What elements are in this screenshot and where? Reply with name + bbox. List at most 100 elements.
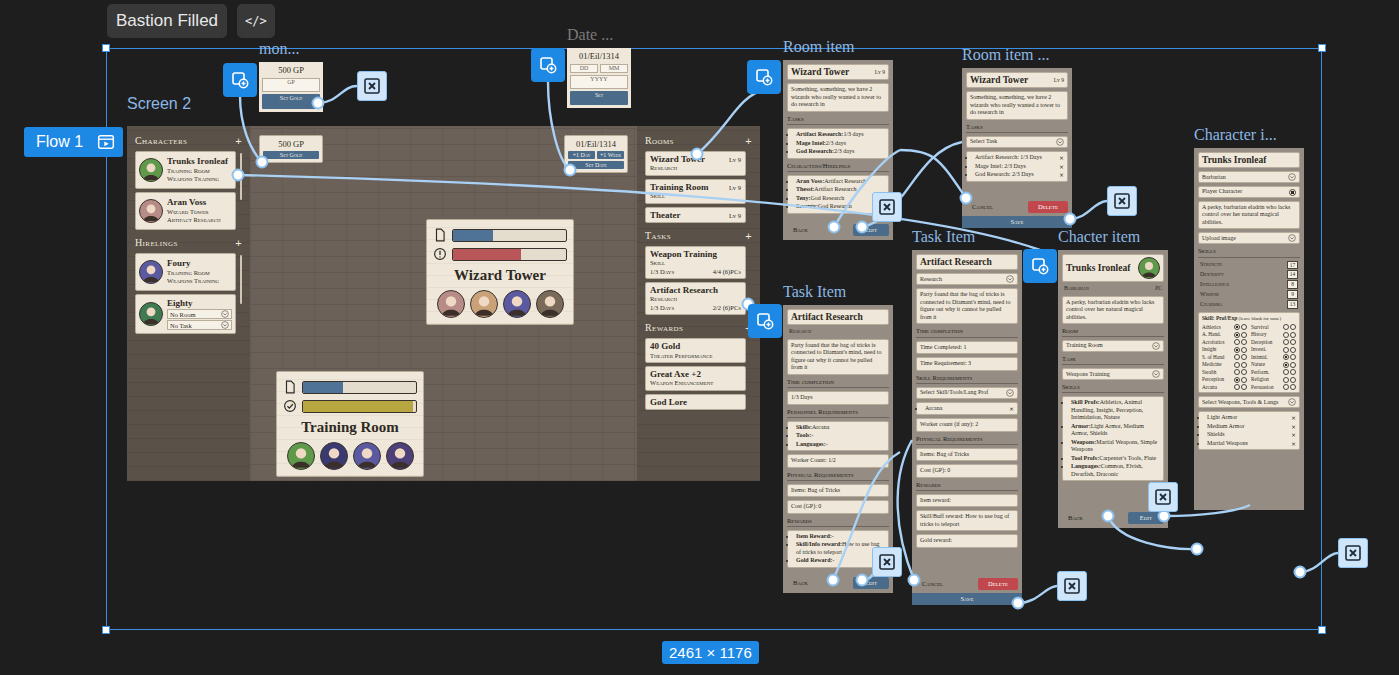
text-field[interactable]: Time Completed: 1 bbox=[916, 341, 1018, 355]
reward-card[interactable]: 40 Gold Theater Performance bbox=[645, 338, 746, 363]
resize-handle[interactable] bbox=[1318, 626, 1326, 634]
prototype-frame[interactable]: mon... 500 GPGPSet Gold bbox=[259, 62, 323, 112]
proficiency-radio[interactable] bbox=[1283, 369, 1289, 375]
text-field[interactable]: Worker Count: 1/2 bbox=[787, 454, 889, 468]
plain-button[interactable]: Back bbox=[1062, 512, 1089, 524]
proficiency-radio[interactable] bbox=[1234, 369, 1240, 375]
select-field[interactable]: Barbarian bbox=[1198, 171, 1300, 183]
connection-dot[interactable] bbox=[1295, 567, 1306, 578]
plain-button[interactable]: Cancel bbox=[966, 201, 999, 213]
text-field[interactable]: Cost (GP): 0 bbox=[916, 464, 1018, 478]
proficiency-radio[interactable] bbox=[1283, 384, 1289, 390]
task-card[interactable]: Artifact Research Research 1/3 Days2/2 (… bbox=[645, 282, 746, 315]
start-node[interactable] bbox=[223, 63, 257, 97]
score-field[interactable]: 9 bbox=[1287, 290, 1298, 299]
avatar[interactable] bbox=[287, 442, 315, 470]
connection-dot[interactable] bbox=[1103, 511, 1114, 522]
expertise-radio[interactable] bbox=[1290, 339, 1296, 345]
expertise-radio[interactable] bbox=[1290, 384, 1296, 390]
description[interactable]: Party found that the bag of tricks is co… bbox=[916, 288, 1018, 324]
connection-dot[interactable] bbox=[313, 98, 324, 109]
select-field[interactable]: Weapons Training bbox=[1062, 368, 1164, 380]
task-select[interactable]: No Task bbox=[167, 320, 232, 330]
expertise-radio[interactable] bbox=[1241, 339, 1247, 345]
start-node[interactable] bbox=[748, 304, 782, 338]
connection-line[interactable] bbox=[238, 175, 1040, 250]
connection-dot[interactable] bbox=[828, 575, 839, 586]
room-card[interactable]: Training RoomLv 9 Skill bbox=[645, 179, 746, 204]
remove-button[interactable]: × bbox=[1291, 414, 1296, 422]
input-field[interactable]: MM bbox=[600, 64, 628, 74]
radio-icon[interactable] bbox=[1289, 189, 1296, 196]
proficiency-radio[interactable] bbox=[1283, 377, 1289, 383]
proficiency-radio[interactable] bbox=[1283, 332, 1289, 338]
prototype-frame[interactable]: Task Item Artifact Research ResearchPart… bbox=[912, 250, 1022, 605]
expertise-radio[interactable] bbox=[1241, 324, 1247, 330]
plain-button[interactable]: Back bbox=[787, 224, 814, 236]
avatar[interactable] bbox=[437, 290, 465, 318]
frame-label[interactable]: Screen 2 bbox=[127, 95, 191, 113]
input-field[interactable]: YYYY bbox=[570, 75, 628, 89]
close-overlay-node[interactable] bbox=[357, 71, 387, 101]
resize-handle[interactable] bbox=[102, 44, 110, 52]
description[interactable]: A perky, barbarian eladrin who lacks con… bbox=[1198, 201, 1300, 230]
frame-label[interactable]: Task Item bbox=[783, 283, 846, 301]
avatar[interactable] bbox=[503, 290, 531, 318]
room-card[interactable]: TheaterLv 9 bbox=[645, 207, 746, 223]
text-field[interactable]: Gold reward: bbox=[916, 534, 1018, 548]
flow-badge[interactable]: Flow 1 bbox=[24, 127, 123, 157]
add-button[interactable]: + bbox=[745, 230, 752, 242]
close-overlay-node[interactable] bbox=[1057, 571, 1087, 601]
proficiency-radio[interactable] bbox=[1234, 384, 1240, 390]
remove-button[interactable]: × bbox=[1291, 431, 1296, 439]
prototype-frame[interactable]: Room item ... Wizard Tower Lv 9 Somethin… bbox=[962, 68, 1072, 228]
design-canvas[interactable]: Bastion Filled </> 2461 × 1176 Flow 1 Sc… bbox=[0, 0, 1399, 675]
danger-button[interactable]: Delete bbox=[1028, 201, 1068, 213]
character-card[interactable]: Aran Voss Wizard Tower Artifact Research bbox=[135, 192, 236, 230]
proficiency-radio[interactable] bbox=[1234, 347, 1240, 353]
add-button[interactable]: + bbox=[745, 135, 752, 147]
proficiency-radio[interactable] bbox=[1283, 354, 1289, 360]
text-field[interactable]: Time Requirement: 3 bbox=[916, 357, 1018, 371]
select-field[interactable]: Upload image bbox=[1198, 232, 1300, 244]
submit-button[interactable]: Set bbox=[570, 91, 628, 105]
radio-option[interactable]: Player Character bbox=[1198, 186, 1300, 198]
character-card[interactable]: Trunks Ironleaf Training Room Weapons Tr… bbox=[135, 151, 236, 189]
room-map-card[interactable]: Wizard Tower bbox=[426, 219, 574, 325]
reward-card[interactable]: God Lore bbox=[645, 394, 746, 410]
remove-button[interactable]: × bbox=[1059, 154, 1064, 162]
connection-dot[interactable] bbox=[857, 222, 868, 233]
connection-line[interactable] bbox=[1108, 516, 1197, 549]
expertise-radio[interactable] bbox=[1290, 332, 1296, 338]
advance-date-button[interactable]: +1 Week bbox=[597, 151, 624, 159]
primary-button[interactable]: Edit bbox=[853, 577, 889, 589]
remove-button[interactable]: × bbox=[1059, 163, 1064, 171]
remove-button[interactable]: × bbox=[1059, 171, 1064, 179]
primary-button[interactable]: Edit bbox=[853, 224, 889, 236]
proficiency-radio[interactable] bbox=[1234, 332, 1240, 338]
frame-label[interactable]: mon... bbox=[259, 40, 299, 58]
connection-dot[interactable] bbox=[829, 222, 840, 233]
submit-button[interactable]: Set Gold bbox=[262, 94, 320, 109]
plain-button[interactable]: Cancel bbox=[916, 578, 949, 590]
remove-button[interactable]: × bbox=[1291, 423, 1296, 431]
page-title-button[interactable]: Bastion Filled bbox=[107, 4, 227, 38]
select-field[interactable]: Select Weapons, Tools & Langs bbox=[1198, 396, 1300, 408]
expertise-radio[interactable] bbox=[1290, 324, 1296, 330]
expertise-radio[interactable] bbox=[1290, 377, 1296, 383]
frame-label[interactable]: Character i... bbox=[1194, 126, 1277, 144]
avatar[interactable] bbox=[536, 290, 564, 318]
score-field[interactable]: 14 bbox=[1287, 270, 1298, 279]
avatar[interactable] bbox=[386, 442, 414, 470]
input-field[interactable]: DD bbox=[570, 64, 598, 74]
avatar[interactable] bbox=[320, 442, 348, 470]
frame-label[interactable]: Room item ... bbox=[962, 46, 1050, 64]
proficiency-radio[interactable] bbox=[1234, 377, 1240, 383]
frame-label[interactable]: Chacter item bbox=[1058, 228, 1140, 246]
set-gold-button[interactable]: Set Gold bbox=[263, 151, 319, 159]
danger-button[interactable]: Delete bbox=[978, 578, 1018, 590]
save-button[interactable]: Save bbox=[912, 593, 1022, 605]
frame-label[interactable]: Room item bbox=[783, 38, 855, 56]
connection-dot[interactable] bbox=[257, 157, 268, 168]
description[interactable]: Party found that the bag of tricks is co… bbox=[787, 339, 889, 375]
